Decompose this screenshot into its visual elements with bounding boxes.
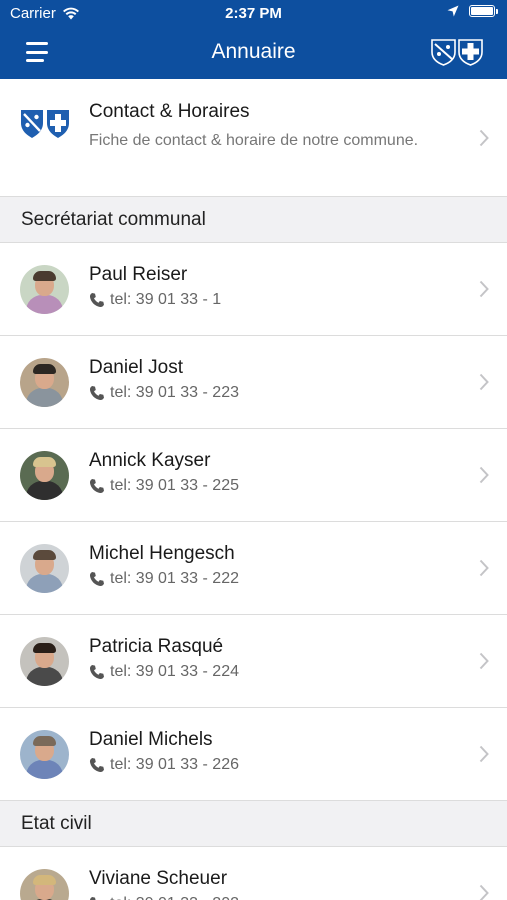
person-phone: tel: 39 01 33 - 224 — [89, 663, 239, 681]
navigation-bar: Annuaire — [0, 28, 507, 79]
chevron-right-icon — [479, 373, 489, 391]
avatar — [20, 358, 69, 407]
person-row[interactable]: Paul Reiser tel: 39 01 33 - 1 — [0, 243, 507, 336]
person-name: Paul Reiser — [89, 264, 188, 285]
person-name: Daniel Jost — [89, 357, 183, 378]
person-row[interactable]: Patricia Rasqué tel: 39 01 33 - 224 — [0, 615, 507, 708]
status-bar: Carrier 2:37 PM — [0, 0, 507, 28]
location-arrow-icon — [447, 5, 459, 17]
chevron-right-icon — [479, 884, 489, 900]
phone-icon — [89, 897, 96, 900]
person-row[interactable]: Michel Hengesch tel: 39 01 33 - 222 — [0, 522, 507, 615]
contact-hours-row[interactable]: Contact & Horaires Fiche de contact & ho… — [0, 79, 507, 197]
phone-icon — [89, 665, 104, 680]
person-name: Daniel Michels — [89, 729, 213, 750]
person-phone-label: tel: 39 01 33 - 224 — [110, 663, 239, 680]
avatar — [20, 451, 69, 500]
chevron-right-icon — [479, 129, 489, 147]
chevron-right-icon — [479, 652, 489, 670]
commune-coat-of-arms-icon[interactable] — [431, 38, 483, 66]
avatar — [20, 869, 69, 900]
avatar — [20, 544, 69, 593]
person-row[interactable]: Viviane Scheuer tel: 39 01 33 - 202 — [0, 847, 507, 900]
chevron-right-icon — [479, 280, 489, 298]
person-name: Viviane Scheuer — [89, 868, 228, 889]
status-time: 2:37 PM — [225, 5, 282, 22]
commune-coat-of-arms-icon — [21, 110, 69, 138]
status-right — [447, 5, 498, 17]
phone-icon — [89, 572, 104, 587]
person-phone: tel: 39 01 33 - 222 — [89, 570, 239, 588]
person-row[interactable]: Daniel Jost tel: 39 01 33 - 223 — [0, 336, 507, 429]
person-phone: tel: 39 01 33 - 223 — [89, 384, 239, 402]
avatar — [20, 265, 69, 314]
person-name: Annick Kayser — [89, 450, 211, 471]
person-phone: tel: 39 01 33 - 202 — [89, 895, 239, 900]
chevron-right-icon — [479, 745, 489, 763]
contact-hours-title: Contact & Horaires — [89, 101, 250, 122]
phone-icon — [89, 293, 104, 308]
chevron-right-icon — [479, 559, 489, 577]
person-phone-label: tel: 39 01 33 - 222 — [110, 570, 239, 587]
person-phone-label: tel: 39 01 33 - 225 — [110, 477, 239, 494]
person-phone: tel: 39 01 33 - 1 — [89, 291, 221, 309]
top-bar: Carrier 2:37 PM Annuaire — [0, 0, 507, 79]
person-row[interactable]: Annick Kayser tel: 39 01 33 - 225 — [0, 429, 507, 522]
section-header-etat-civil: Etat civil — [0, 801, 507, 847]
person-phone-label: tel: 39 01 33 - 223 — [110, 384, 239, 401]
section-header-secretariat: Secrétariat communal — [0, 197, 507, 243]
person-phone: tel: 39 01 33 - 226 — [89, 756, 239, 774]
chevron-right-icon — [479, 466, 489, 484]
person-name: Michel Hengesch — [89, 543, 235, 564]
person-phone-label: tel: 39 01 33 - 226 — [110, 756, 239, 773]
battery-icon — [469, 5, 498, 17]
person-phone-label: tel: 39 01 33 - 1 — [110, 291, 222, 308]
person-row[interactable]: Daniel Michels tel: 39 01 33 - 226 — [0, 708, 507, 801]
phone-icon — [89, 758, 104, 773]
avatar — [20, 637, 69, 686]
directory-list: Contact & Horaires Fiche de contact & ho… — [0, 79, 507, 900]
person-phone-label: tel: 39 01 33 - 202 — [110, 895, 239, 900]
person-name: Patricia Rasqué — [89, 636, 224, 657]
contact-hours-subtitle: Fiche de contact & horaire de notre comm… — [89, 132, 419, 149]
avatar — [20, 730, 69, 779]
person-phone: tel: 39 01 33 - 225 — [89, 477, 239, 495]
phone-icon — [89, 479, 104, 494]
phone-icon — [89, 386, 104, 401]
